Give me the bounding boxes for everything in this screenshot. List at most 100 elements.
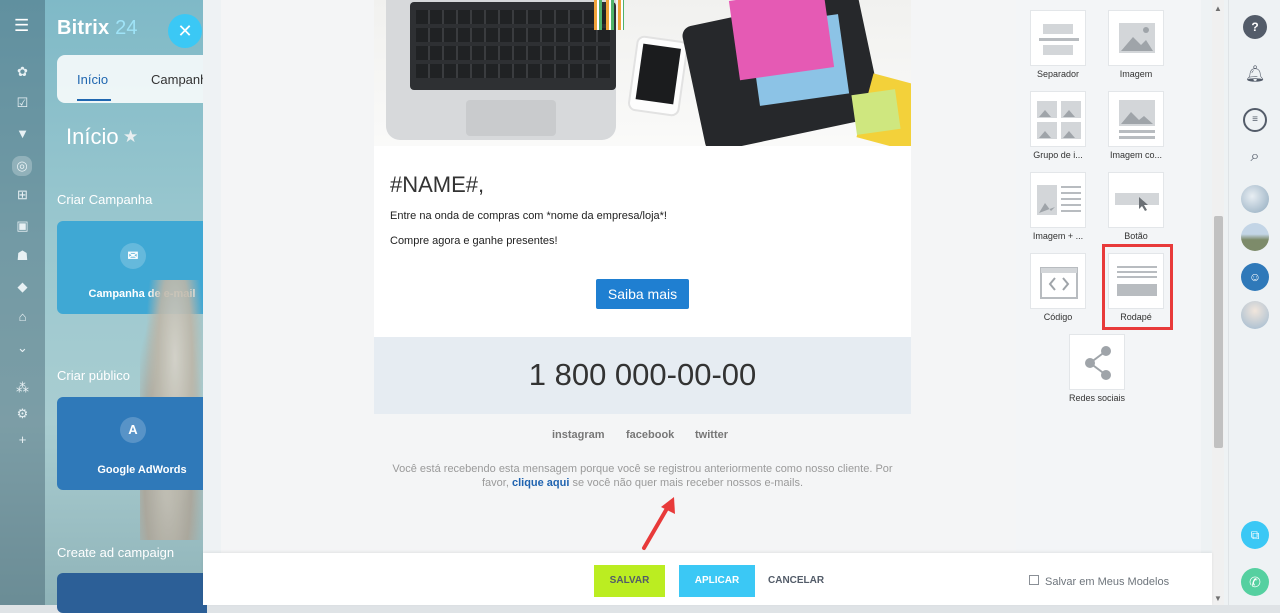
separator-icon [1039, 24, 1079, 55]
image-icon [1119, 23, 1155, 53]
scrollbar-thumb[interactable] [1214, 216, 1223, 448]
block-label: Código [1043, 312, 1073, 322]
social-link-twitter[interactable]: twitter [695, 429, 728, 441]
email-text-line: Compre agora e ganhe presentes! [390, 235, 558, 247]
menu-icon[interactable]: ☰ [14, 17, 32, 34]
block-image-group[interactable] [1030, 91, 1086, 147]
code-icon [1040, 267, 1078, 299]
avatar[interactable] [1241, 185, 1269, 213]
social-link-instagram[interactable]: instagram [552, 429, 605, 441]
block-social[interactable] [1069, 334, 1125, 390]
cancel-button[interactable]: CANCELAR [768, 575, 824, 586]
editor-slider: #NAME#, Entre na onda de compras com *no… [203, 0, 1228, 605]
sitemap-icon[interactable]: ⁂ [15, 380, 30, 395]
avatar[interactable] [1241, 301, 1269, 329]
scroll-up-icon[interactable]: ▲ [1213, 4, 1223, 14]
block-label: Imagem + ... [1032, 231, 1084, 241]
tab-campanhas[interactable]: Campanh [151, 72, 207, 87]
help-icon[interactable]: ? [1243, 15, 1267, 39]
laptop-image [386, 0, 616, 140]
block-button[interactable] [1108, 172, 1164, 228]
building-icon[interactable]: ⌂ [15, 309, 30, 324]
section-label-criar-publico: Criar público [57, 368, 130, 383]
group-chat-icon[interactable]: ☺ [1241, 263, 1269, 291]
chevron-down-icon[interactable]: ⌄ [15, 340, 30, 355]
editor-footer-bar: SALVAR APLICAR CANCELAR Salvar em Meus M… [203, 553, 1212, 605]
tasks-icon[interactable]: ☑ [15, 95, 30, 110]
block-image[interactable] [1108, 10, 1164, 66]
save-button[interactable]: SALVAR [594, 565, 665, 597]
search-icon[interactable]: ⌕ [1243, 145, 1267, 169]
key-row [416, 10, 610, 24]
phone-icon[interactable]: ✆ [1241, 568, 1269, 596]
email-heading: #NAME#, [390, 172, 485, 197]
feed-icon[interactable]: ✿ [15, 64, 30, 79]
hero-image[interactable] [374, 0, 911, 146]
mail-icon: ✉ [120, 243, 146, 269]
image-text-icon [1037, 185, 1081, 215]
email-editor-area: #NAME#, Entre na onda de compras com *no… [221, 0, 1201, 553]
sticky-note-image [851, 89, 901, 135]
phone-screen [635, 43, 681, 105]
filter-icon[interactable]: ▼ [15, 126, 30, 141]
tab-inicio[interactable]: Início [77, 72, 108, 87]
star-icon[interactable]: ★ [123, 127, 138, 147]
button-icon [1115, 193, 1159, 211]
block-image-with-caption[interactable] [1108, 91, 1164, 147]
plus-icon[interactable]: + [15, 432, 30, 447]
section-label-criar-campanha: Criar Campanha [57, 192, 153, 207]
save-template-checkbox[interactable] [1029, 575, 1039, 585]
page-title: Início [66, 124, 119, 149]
contacts-icon[interactable]: ▣ [15, 218, 30, 233]
gear-icon[interactable]: ⚙ [15, 406, 30, 421]
marketing-icon[interactable]: ◎ [12, 156, 32, 176]
key-row [416, 64, 610, 78]
screen-share-icon[interactable]: ⧉ [1241, 521, 1269, 549]
email-text-block[interactable]: #NAME#, Entre na onda de compras com *no… [374, 146, 911, 337]
block-code[interactable] [1030, 253, 1086, 309]
image-group-icon [1037, 101, 1081, 139]
bell-icon[interactable]: 🔔︎ [1243, 63, 1267, 87]
scroll-down-icon[interactable]: ▼ [1213, 594, 1223, 604]
unsubscribe-link[interactable]: clique aqui [512, 477, 569, 489]
keyboard-image [410, 2, 616, 90]
block-label: Redes sociais [1068, 393, 1126, 403]
tile-ad-campaign[interactable] [57, 573, 207, 613]
share-icon [1085, 346, 1111, 380]
apply-button[interactable]: APLICAR [679, 565, 755, 597]
pencils-image [594, 0, 624, 30]
right-rail: ? 🔔︎ ≡ ⌕ ☺ ⧉ ✆ [1228, 0, 1280, 605]
avatar[interactable] [1241, 223, 1269, 251]
box-icon[interactable]: ◆ [15, 279, 30, 294]
footer-text-after: se você não quer mais receber nossos e-m… [572, 477, 804, 489]
email-text-line: Entre na onda de compras com *nome da em… [390, 210, 667, 222]
save-template-label[interactable]: Salvar em Meus Modelos [1045, 576, 1169, 588]
app-logo: Bitrix 24 [57, 17, 138, 39]
chat-icon[interactable]: ≡ [1243, 108, 1267, 132]
social-link-facebook[interactable]: facebook [626, 429, 674, 441]
phone-number: 1 800 000-00-00 [528, 357, 757, 392]
section-label-create-ad: Create ad campaign [57, 545, 175, 560]
left-icon-rail: ✿ ☑ ▼ ◎ ⊞ ▣ ☗ ◆ ⌂ ⌄ ⁂ ⚙ + [0, 0, 45, 605]
highlight-box [1102, 244, 1173, 330]
block-label: Grupo de i... [1033, 150, 1083, 160]
touchpad-image [466, 100, 556, 136]
book-image [728, 0, 835, 81]
block-label: Imagem [1119, 69, 1153, 79]
block-label: Separador [1036, 69, 1080, 79]
close-slider-button[interactable]: ✕ [168, 14, 202, 48]
key-row [416, 28, 610, 42]
tile-label: Google AdWords [97, 464, 187, 476]
block-label: Botão [1124, 231, 1148, 241]
tile-google-adwords[interactable]: A Google AdWords [57, 397, 207, 490]
block-image-text[interactable] [1030, 172, 1086, 228]
block-separator[interactable] [1030, 10, 1086, 66]
adwords-icon: A [120, 417, 146, 443]
robot-icon[interactable]: ☗ [15, 248, 30, 263]
cart-icon[interactable]: ⊞ [15, 187, 30, 202]
block-label: Imagem co... [1109, 150, 1163, 160]
key-row [416, 46, 610, 60]
image-caption-icon [1119, 100, 1155, 139]
phone-block[interactable]: 1 800 000-00-00 [374, 337, 911, 414]
cta-button[interactable]: Saiba mais [596, 279, 689, 309]
